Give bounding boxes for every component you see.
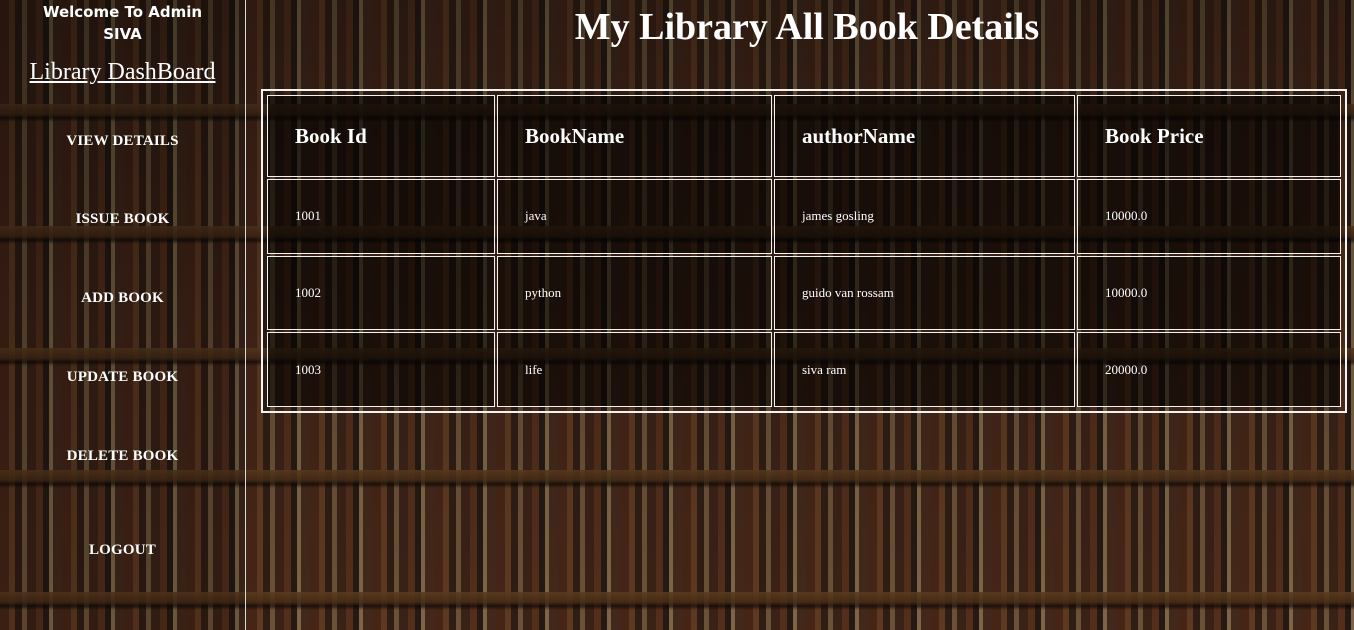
cell-book-id: 1003 bbox=[267, 332, 495, 407]
nav-update-book[interactable]: UPDATE BOOK bbox=[0, 369, 245, 386]
header-author-name: authorName bbox=[774, 95, 1075, 177]
welcome-line: Welcome To Admin bbox=[42, 3, 203, 21]
cell-book-price: 20000.0 bbox=[1077, 332, 1341, 407]
nav-logout[interactable]: LOGOUT bbox=[0, 542, 245, 559]
books-table: Book Id BookName authorName Book Price 1… bbox=[265, 93, 1343, 409]
header-book-id: Book Id bbox=[267, 95, 495, 177]
page-title: My Library All Book Details bbox=[574, 6, 1040, 48]
cell-book-id: 1001 bbox=[267, 179, 495, 254]
nav-issue-book[interactable]: ISSUE BOOK bbox=[0, 211, 245, 228]
books-table-container: Book Id BookName authorName Book Price 1… bbox=[261, 89, 1347, 413]
cell-author-name: james gosling bbox=[774, 179, 1075, 254]
header-book-name: BookName bbox=[497, 95, 772, 177]
table-row: 1001 java james gosling 10000.0 bbox=[267, 179, 1341, 254]
table-header-row: Book Id BookName authorName Book Price bbox=[267, 95, 1341, 177]
table-row: 1002 python guido van rossam 10000.0 bbox=[267, 255, 1341, 331]
cell-author-name: siva ram bbox=[774, 332, 1075, 407]
nav-add-book[interactable]: ADD BOOK bbox=[0, 290, 245, 307]
welcome-message: Welcome To Admin SIVA bbox=[0, 1, 245, 45]
cell-book-id: 1002 bbox=[267, 255, 495, 331]
cell-book-name: life bbox=[497, 332, 772, 407]
cell-book-price: 10000.0 bbox=[1077, 179, 1341, 254]
cell-author-name: guido van rossam bbox=[774, 255, 1075, 331]
dashboard-title[interactable]: Library DashBoard bbox=[0, 58, 245, 86]
header-book-price: Book Price bbox=[1077, 95, 1341, 177]
sidebar: Welcome To Admin SIVA Library DashBoard … bbox=[0, 0, 246, 630]
cell-book-price: 10000.0 bbox=[1077, 255, 1341, 331]
admin-name: SIVA bbox=[103, 25, 142, 43]
cell-book-name: python bbox=[497, 255, 772, 331]
table-row: 1003 life siva ram 20000.0 bbox=[267, 332, 1341, 407]
nav-delete-book[interactable]: DELETE BOOK bbox=[0, 448, 245, 465]
nav-view-details[interactable]: VIEW DETAILS bbox=[0, 133, 245, 150]
cell-book-name: java bbox=[497, 179, 772, 254]
